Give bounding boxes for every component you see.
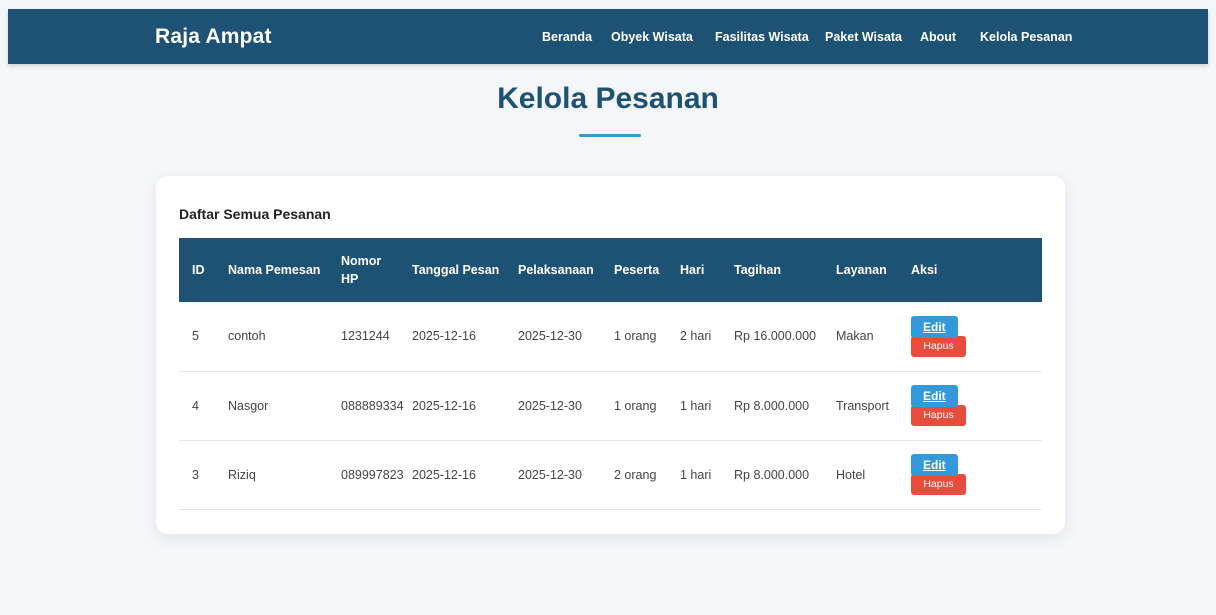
cell-pelaksanaan: 2025-12-30 bbox=[518, 329, 582, 344]
cell-hari: 2 hari bbox=[680, 329, 712, 344]
nav-link-obyek-wisata[interactable]: Obyek Wisata bbox=[611, 30, 693, 44]
nav-links: Beranda Obyek Wisata Fasilitas Wisata Pa… bbox=[8, 30, 1208, 46]
header-nama-pemesan: Nama Pemesan bbox=[228, 263, 321, 277]
cell-aksi: Edit Hapus bbox=[898, 371, 1042, 440]
cell-id: 5 bbox=[192, 329, 199, 344]
nav-link-kelola-pesanan[interactable]: Kelola Pesanan bbox=[980, 30, 1072, 44]
orders-table-wrapper: ID Nama Pemesan Nomor HP Tanggal Pesan P… bbox=[179, 238, 1042, 510]
cell-nama: contoh bbox=[228, 329, 266, 344]
nav-link-about[interactable]: About bbox=[920, 30, 956, 44]
table-row: 5 contoh 1231244 2025-12-16 2025-12-30 1… bbox=[179, 302, 1042, 371]
card-title: Daftar Semua Pesanan bbox=[179, 206, 331, 222]
cell-tagihan: Rp 8.000.000 bbox=[734, 467, 810, 482]
cell-nama: Nasgor bbox=[228, 398, 269, 413]
cell-layanan: Makan bbox=[836, 329, 874, 344]
cell-nama: Riziq bbox=[228, 467, 256, 482]
table-row: 4 Nasgor 088889334 2025-12-16 2025-12-30… bbox=[179, 371, 1042, 440]
nav-link-fasilitas-wisata[interactable]: Fasilitas Wisata bbox=[715, 30, 809, 44]
cell-aksi: Edit Hapus bbox=[898, 440, 1042, 509]
edit-button[interactable]: Edit bbox=[911, 385, 958, 407]
delete-button[interactable]: Hapus bbox=[911, 405, 966, 426]
delete-button[interactable]: Hapus bbox=[911, 474, 966, 495]
table-header-row: ID Nama Pemesan Nomor HP Tanggal Pesan P… bbox=[179, 238, 1042, 302]
cell-peserta: 1 orang bbox=[614, 329, 657, 344]
delete-button[interactable]: Hapus bbox=[911, 335, 966, 357]
cell-hari: 1 hari bbox=[680, 467, 712, 482]
cell-pelaksanaan: 2025-12-30 bbox=[518, 398, 582, 413]
nav-link-paket-wisata[interactable]: Paket Wisata bbox=[825, 30, 902, 44]
header-nomor-hp: Nomor HP bbox=[341, 254, 382, 286]
cell-tanggal: 2025-12-16 bbox=[412, 398, 476, 413]
cell-hp: 089997823 bbox=[341, 467, 404, 482]
cell-layanan: Transport bbox=[836, 398, 890, 413]
cell-tanggal: 2025-12-16 bbox=[412, 467, 476, 482]
cell-tagihan: Rp 8.000.000 bbox=[734, 398, 810, 413]
nav-link-beranda[interactable]: Beranda bbox=[542, 30, 592, 44]
cell-pelaksanaan: 2025-12-30 bbox=[518, 467, 582, 482]
cell-peserta: 1 orang bbox=[614, 398, 657, 413]
cell-layanan: Hotel bbox=[836, 467, 866, 482]
table-row: 3 Riziq 089997823 2025-12-16 2025-12-30 … bbox=[179, 440, 1042, 509]
cell-hp: 1231244 bbox=[341, 329, 390, 344]
edit-button[interactable]: Edit bbox=[911, 315, 958, 338]
orders-card: Daftar Semua Pesanan ID Nama Pemesan Nom… bbox=[156, 176, 1065, 534]
navbar: Raja Ampat Beranda Obyek Wisata Fasilita… bbox=[8, 9, 1208, 64]
header-pelaksanaan: Pelaksanaan bbox=[518, 263, 594, 277]
cell-peserta: 2 orang bbox=[614, 467, 657, 482]
page-title: Kelola Pesanan bbox=[497, 82, 719, 115]
cell-id: 3 bbox=[192, 467, 199, 482]
header-tagihan: Tagihan bbox=[734, 263, 781, 277]
cell-hari: 1 hari bbox=[680, 398, 712, 413]
header-layanan: Layanan bbox=[836, 263, 887, 277]
header-id: ID bbox=[192, 263, 205, 277]
orders-table: ID Nama Pemesan Nomor HP Tanggal Pesan P… bbox=[179, 238, 1042, 510]
header-peserta: Peserta bbox=[614, 263, 660, 277]
cell-tanggal: 2025-12-16 bbox=[412, 329, 476, 344]
cell-id: 4 bbox=[192, 398, 199, 413]
title-underline bbox=[579, 134, 641, 137]
cell-tagihan: Rp 16.000.000 bbox=[734, 329, 817, 344]
cell-hp: 088889334 bbox=[341, 398, 404, 413]
cell-aksi: Edit Hapus bbox=[898, 302, 1042, 371]
header-aksi: Aksi bbox=[911, 263, 938, 277]
header-hari: Hari bbox=[680, 263, 705, 277]
edit-button[interactable]: Edit bbox=[911, 454, 958, 476]
header-tanggal-pesan: Tanggal Pesan bbox=[412, 263, 500, 277]
